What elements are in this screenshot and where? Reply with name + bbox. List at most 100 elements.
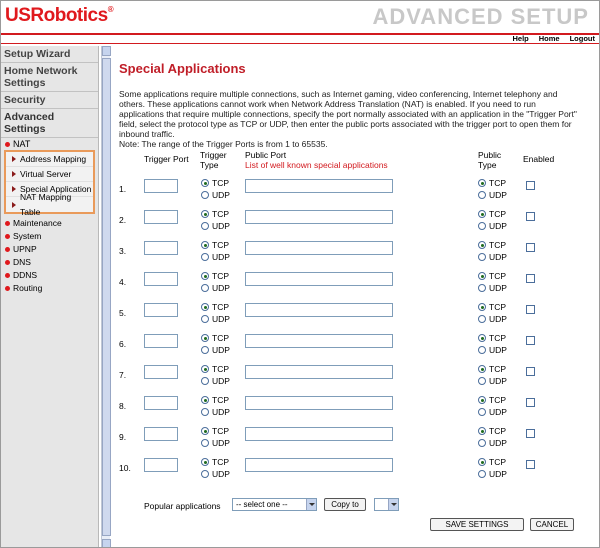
public-udp-option[interactable]: UDP [478, 375, 507, 387]
trigger-port-input[interactable] [144, 272, 178, 286]
enabled-checkbox[interactable] [526, 429, 535, 438]
radio-icon[interactable] [478, 284, 486, 292]
cancel-button[interactable]: CANCEL [530, 518, 574, 531]
trigger-udp-option[interactable]: UDP [201, 344, 230, 356]
trigger-udp-option[interactable]: UDP [201, 406, 230, 418]
enabled-checkbox[interactable] [526, 398, 535, 407]
radio-selected-icon[interactable] [201, 427, 209, 435]
trigger-tcp-option[interactable]: TCP [201, 363, 230, 375]
sidebar-item-setup-wizard[interactable]: Setup Wizard [1, 46, 98, 63]
trigger-tcp-option[interactable]: TCP [201, 208, 230, 220]
public-port-input[interactable] [245, 458, 393, 472]
public-udp-option[interactable]: UDP [478, 437, 507, 449]
popular-applications-select[interactable]: -- select one -- [232, 498, 317, 511]
radio-selected-icon[interactable] [201, 303, 209, 311]
radio-selected-icon[interactable] [478, 303, 486, 311]
public-port-input[interactable] [245, 210, 393, 224]
public-udp-option[interactable]: UDP [478, 344, 507, 356]
enabled-checkbox[interactable] [526, 336, 535, 345]
public-udp-option[interactable]: UDP [478, 282, 507, 294]
scroll-thumb[interactable] [102, 58, 111, 536]
radio-selected-icon[interactable] [478, 334, 486, 342]
public-tcp-option[interactable]: TCP [478, 394, 507, 406]
radio-icon[interactable] [201, 191, 209, 199]
radio-selected-icon[interactable] [478, 241, 486, 249]
radio-selected-icon[interactable] [201, 396, 209, 404]
help-link[interactable]: Help [512, 34, 528, 45]
public-port-input[interactable] [245, 365, 393, 379]
radio-selected-icon[interactable] [201, 210, 209, 218]
scroll-down-button[interactable] [102, 539, 111, 547]
enabled-checkbox[interactable] [526, 212, 535, 221]
public-udp-option[interactable]: UDP [478, 313, 507, 325]
public-port-input[interactable] [245, 272, 393, 286]
trigger-port-input[interactable] [144, 303, 178, 317]
radio-icon[interactable] [478, 377, 486, 385]
scrollbar[interactable] [101, 46, 111, 547]
public-port-input[interactable] [245, 396, 393, 410]
trigger-tcp-option[interactable]: TCP [201, 425, 230, 437]
trigger-tcp-option[interactable]: TCP [201, 239, 230, 251]
trigger-udp-option[interactable]: UDP [201, 437, 230, 449]
trigger-udp-option[interactable]: UDP [201, 313, 230, 325]
radio-icon[interactable] [201, 346, 209, 354]
public-port-input[interactable] [245, 241, 393, 255]
sidebar-item-upnp[interactable]: UPNP [1, 243, 98, 256]
enabled-checkbox[interactable] [526, 243, 535, 252]
sidebar-item-security[interactable]: Security [1, 92, 98, 109]
public-udp-option[interactable]: UDP [478, 468, 507, 480]
sidebar-item-routing[interactable]: Routing [1, 282, 98, 295]
radio-icon[interactable] [201, 408, 209, 416]
public-udp-option[interactable]: UDP [478, 220, 507, 232]
enabled-checkbox[interactable] [526, 181, 535, 190]
public-tcp-option[interactable]: TCP [478, 363, 507, 375]
radio-icon[interactable] [478, 222, 486, 230]
radio-icon[interactable] [478, 253, 486, 261]
radio-selected-icon[interactable] [201, 179, 209, 187]
trigger-port-input[interactable] [144, 427, 178, 441]
trigger-tcp-option[interactable]: TCP [201, 394, 230, 406]
public-tcp-option[interactable]: TCP [478, 301, 507, 313]
radio-selected-icon[interactable] [478, 179, 486, 187]
radio-icon[interactable] [201, 377, 209, 385]
sidebar-item-ddns[interactable]: DDNS [1, 269, 98, 282]
trigger-tcp-option[interactable]: TCP [201, 332, 230, 344]
radio-selected-icon[interactable] [478, 272, 486, 280]
public-tcp-option[interactable]: TCP [478, 456, 507, 468]
radio-selected-icon[interactable] [201, 241, 209, 249]
public-port-input[interactable] [245, 179, 393, 193]
radio-icon[interactable] [201, 253, 209, 261]
public-udp-option[interactable]: UDP [478, 189, 507, 201]
trigger-port-input[interactable] [144, 365, 178, 379]
enabled-checkbox[interactable] [526, 367, 535, 376]
sidebar-item-address-mapping[interactable]: Address Mapping [6, 152, 93, 167]
copy-to-button[interactable]: Copy to [324, 498, 366, 511]
public-udp-option[interactable]: UDP [478, 251, 507, 263]
radio-selected-icon[interactable] [201, 272, 209, 280]
trigger-port-input[interactable] [144, 179, 178, 193]
scroll-up-button[interactable] [102, 46, 111, 56]
radio-icon[interactable] [478, 408, 486, 416]
radio-icon[interactable] [201, 315, 209, 323]
public-tcp-option[interactable]: TCP [478, 208, 507, 220]
public-udp-option[interactable]: UDP [478, 406, 507, 418]
trigger-port-input[interactable] [144, 241, 178, 255]
public-tcp-option[interactable]: TCP [478, 332, 507, 344]
trigger-udp-option[interactable]: UDP [201, 220, 230, 232]
public-port-input[interactable] [245, 427, 393, 441]
radio-selected-icon[interactable] [478, 458, 486, 466]
radio-icon[interactable] [478, 346, 486, 354]
radio-icon[interactable] [478, 470, 486, 478]
trigger-udp-option[interactable]: UDP [201, 282, 230, 294]
radio-selected-icon[interactable] [478, 365, 486, 373]
sidebar-item-nat-mapping-table[interactable]: NAT Mapping Table [6, 192, 93, 217]
sidebar-item-home-network-settings[interactable]: Home Network Settings [1, 63, 98, 92]
radio-selected-icon[interactable] [478, 210, 486, 218]
radio-selected-icon[interactable] [201, 365, 209, 373]
radio-icon[interactable] [478, 191, 486, 199]
trigger-udp-option[interactable]: UDP [201, 468, 230, 480]
radio-icon[interactable] [201, 222, 209, 230]
sidebar-item-system[interactable]: System [1, 230, 98, 243]
trigger-tcp-option[interactable]: TCP [201, 301, 230, 313]
well-known-apps-link[interactable]: List of well known special applications [245, 160, 388, 170]
